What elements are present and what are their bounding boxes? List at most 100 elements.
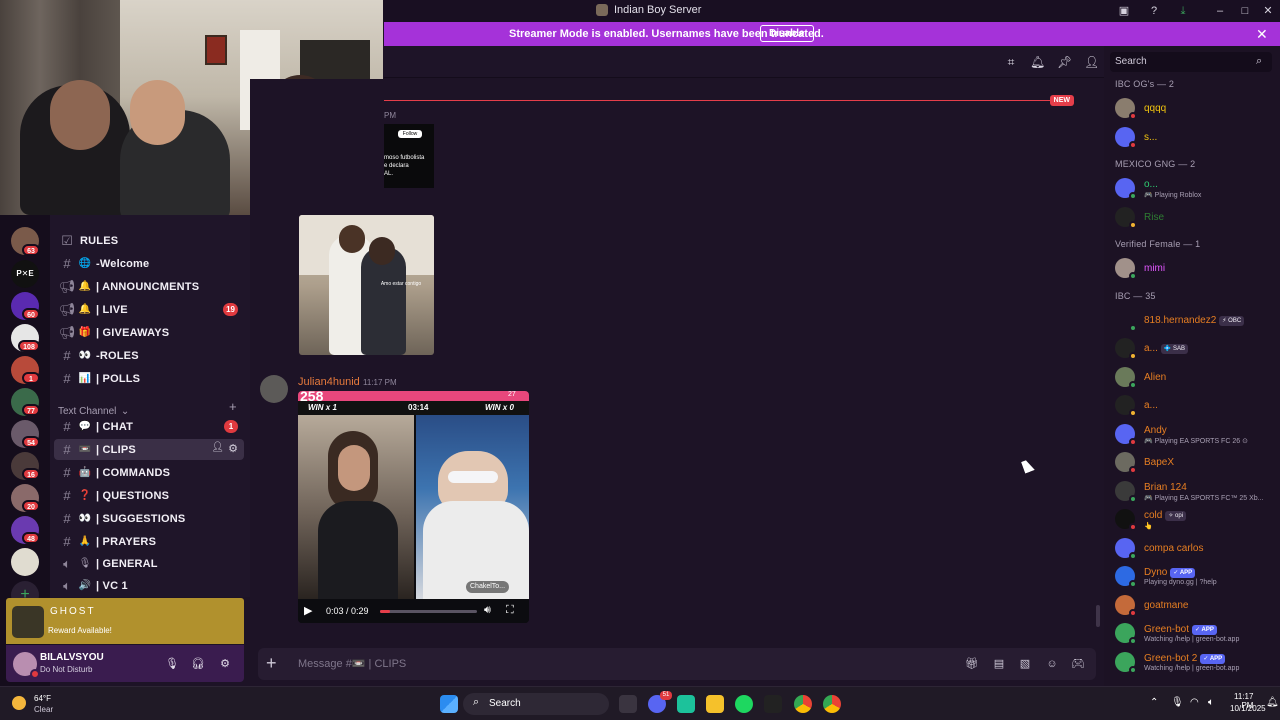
hash-icon: # [63,419,71,434]
bell-icon[interactable]: 🔔︎ [1030,55,1045,69]
download-icon[interactable]: ⤓ [1176,4,1190,18]
speaker-icon: 🔈︎ [63,577,71,593]
member-item[interactable]: cold ✧ opi 👆 [1115,507,1275,533]
video-attachment[interactable]: 258 27 WIN x 1 03:14 WIN x 0 ChakelTo...… [298,391,529,623]
emoji-icon[interactable]: ☺ [1044,656,1060,672]
notification-icon[interactable]: 🔔︎ [1266,697,1279,708]
sticker-icon[interactable]: ▧ [1017,656,1033,672]
game-app-icon[interactable] [764,695,782,713]
member-item[interactable]: 818.hernandez2 ⚡ OBC [1115,308,1275,334]
add-channel-icon[interactable]: + [229,399,237,414]
member-item[interactable]: Rise [1115,205,1275,231]
image-attachment[interactable]: Amo estar contigo [299,215,434,355]
windows-start-icon[interactable] [440,695,458,713]
channel-polls[interactable]: # 📊 | POLLS [54,368,244,389]
member-activity: Watching /help | green-bot.app [1144,664,1240,672]
threads-icon[interactable]: ⌗ [1004,55,1018,69]
pin-icon[interactable]: 📌︎ [1057,55,1072,69]
follow-button[interactable]: Follow [398,130,422,138]
member-item[interactable]: Brian 124 🎮 Playing EA SPORTS FC™ 25 Xb..… [1115,479,1275,505]
member-item[interactable]: a... 💠 SAB [1115,336,1275,362]
headphones-icon[interactable]: 🎧︎ [190,656,206,672]
channel-welcome[interactable]: # 🌐 -Welcome [54,253,244,274]
username[interactable]: BILALVSYOU [40,652,104,663]
channel-general[interactable]: 🔈︎ 🎙 | GENERAL [54,553,244,574]
server-icon-11[interactable] [11,548,39,576]
member-item[interactable]: Green-bot 2 ✓ APP Watching /help | green-b… [1115,650,1275,676]
settings-gear-icon[interactable]: ⚙ [217,656,233,672]
member-item[interactable]: BapeX [1115,450,1275,476]
wifi-icon[interactable]: ◠ [1190,697,1199,708]
chevron-up-icon[interactable]: ⌃ [1150,697,1158,708]
fullscreen-icon[interactable]: ⛶ [506,604,514,617]
close-icon[interactable]: ✕ [1256,26,1268,43]
channel-giveaways[interactable]: 📢︎ 🎁 | GIVEAWAYS [54,322,244,343]
speaker-icon[interactable]: 🔈︎ [1208,697,1214,708]
clock-date[interactable]: 10/1/2025 [1230,704,1266,713]
member-item[interactable]: Alien [1115,365,1275,391]
member-item[interactable]: o... 🎮 Playing Roblox [1115,176,1275,202]
help-icon[interactable]: ? [1147,4,1161,18]
chrome-icon-2[interactable] [823,695,841,713]
video-progress[interactable] [380,610,477,613]
channel-suggestions[interactable]: # 👀 | SUGGESTIONS [54,508,244,529]
member-item[interactable]: compa carlos [1115,536,1275,562]
member-item[interactable]: Andy 🎮 Playing EA SPORTS FC 26 ⊙ [1115,422,1275,448]
member-item[interactable]: mimi [1115,256,1275,282]
author-name[interactable]: Julian4hunid [298,376,360,388]
channel-chat[interactable]: # 💬 | CHAT 1 [54,416,244,437]
channel-questions[interactable]: # ❓ | QUESTIONS [54,485,244,506]
channel-rules[interactable]: ☑ RULES [54,230,244,251]
search-input[interactable]: Search ⌕ [1110,52,1272,72]
channel-roles[interactable]: # 👀 -ROLES [54,345,244,366]
message-composer[interactable]: + Message #📼 | CLIPS 🎁︎ ▤ ▧ ☺ 🎮︎ [258,648,1096,680]
taskbar-search[interactable]: ⌕ Search [463,693,609,715]
member-item[interactable]: goatmane [1115,593,1275,619]
volume-icon[interactable]: 🔊︎ [484,604,491,617]
status-indicator [1129,494,1137,503]
member-item[interactable]: Green-bot ✓ APP Watching /help | green-bot… [1115,621,1275,647]
minimize-icon[interactable]: – [1213,4,1227,18]
member-item[interactable]: a... [1115,393,1275,419]
disable-button[interactable]: Disable [760,25,814,42]
member-name-text: o... [1144,179,1158,190]
member-item[interactable]: Dyno ✓ APP Playing dyno.gg | ?help [1115,564,1275,590]
server-icon-2[interactable]: P✕E [11,260,39,288]
status-indicator [1129,112,1137,120]
channel-announcments[interactable]: 📢︎ 🔔 | ANNOUNCMENTS [54,276,244,297]
members-icon[interactable]: 👤︎ [1084,55,1099,69]
channel-clips[interactable]: # 📼 | CLIPS 👤︎ ⚙ [54,439,244,460]
channel-prayers[interactable]: # 🙏 | PRAYERS [54,531,244,552]
member-item[interactable]: s... [1115,125,1275,151]
reward-banner[interactable]: GHOST Reward Available! [6,598,244,644]
gift-icon[interactable]: 🎁︎ [964,656,980,672]
app-icon[interactable] [677,695,695,713]
inbox-icon[interactable]: ▣ [1117,4,1131,18]
gamepad-icon[interactable]: 🎮︎ [1070,656,1086,672]
tiktok-embed[interactable]: Follow moso futbolista e declara AL. [384,124,434,188]
file-explorer-icon[interactable] [706,695,724,713]
category-text-channel[interactable]: Text Channel ⌄ + [58,399,248,417]
message-input[interactable]: Message #📼 | CLIPS [298,657,406,670]
video-left-body [318,501,398,601]
channel-header: ⌗ 🔔︎ 📌︎ 👤︎ [384,46,1104,78]
channel-vc1[interactable]: 🔈︎ 🔊 | VC 1 [54,575,244,596]
scrollbar[interactable] [1096,605,1100,627]
chrome-icon[interactable] [794,695,812,713]
channel-live[interactable]: 📢︎ 🔔 | LIVE 19 [54,299,244,320]
maximize-icon[interactable]: □ [1238,4,1252,18]
task-view-icon[interactable] [619,695,637,713]
author-avatar[interactable] [260,375,288,403]
attach-plus-icon[interactable]: + [266,653,277,674]
microphone-icon[interactable]: 🎙︎ [164,656,180,672]
gif-icon[interactable]: ▤ [991,656,1007,672]
invite-icon[interactable]: 👤︎ [211,442,224,453]
mic-icon[interactable]: 🎙︎ [1171,697,1184,708]
video-right-glasses [448,471,498,483]
channel-commands[interactable]: # 🤖 | COMMANDS [54,462,244,483]
member-item[interactable]: qqqq [1115,96,1275,122]
close-window-icon[interactable]: ✕ [1261,4,1275,18]
play-icon[interactable]: ▶ [304,604,312,617]
gear-icon[interactable]: ⚙ [228,442,238,455]
spotify-icon[interactable] [735,695,753,713]
